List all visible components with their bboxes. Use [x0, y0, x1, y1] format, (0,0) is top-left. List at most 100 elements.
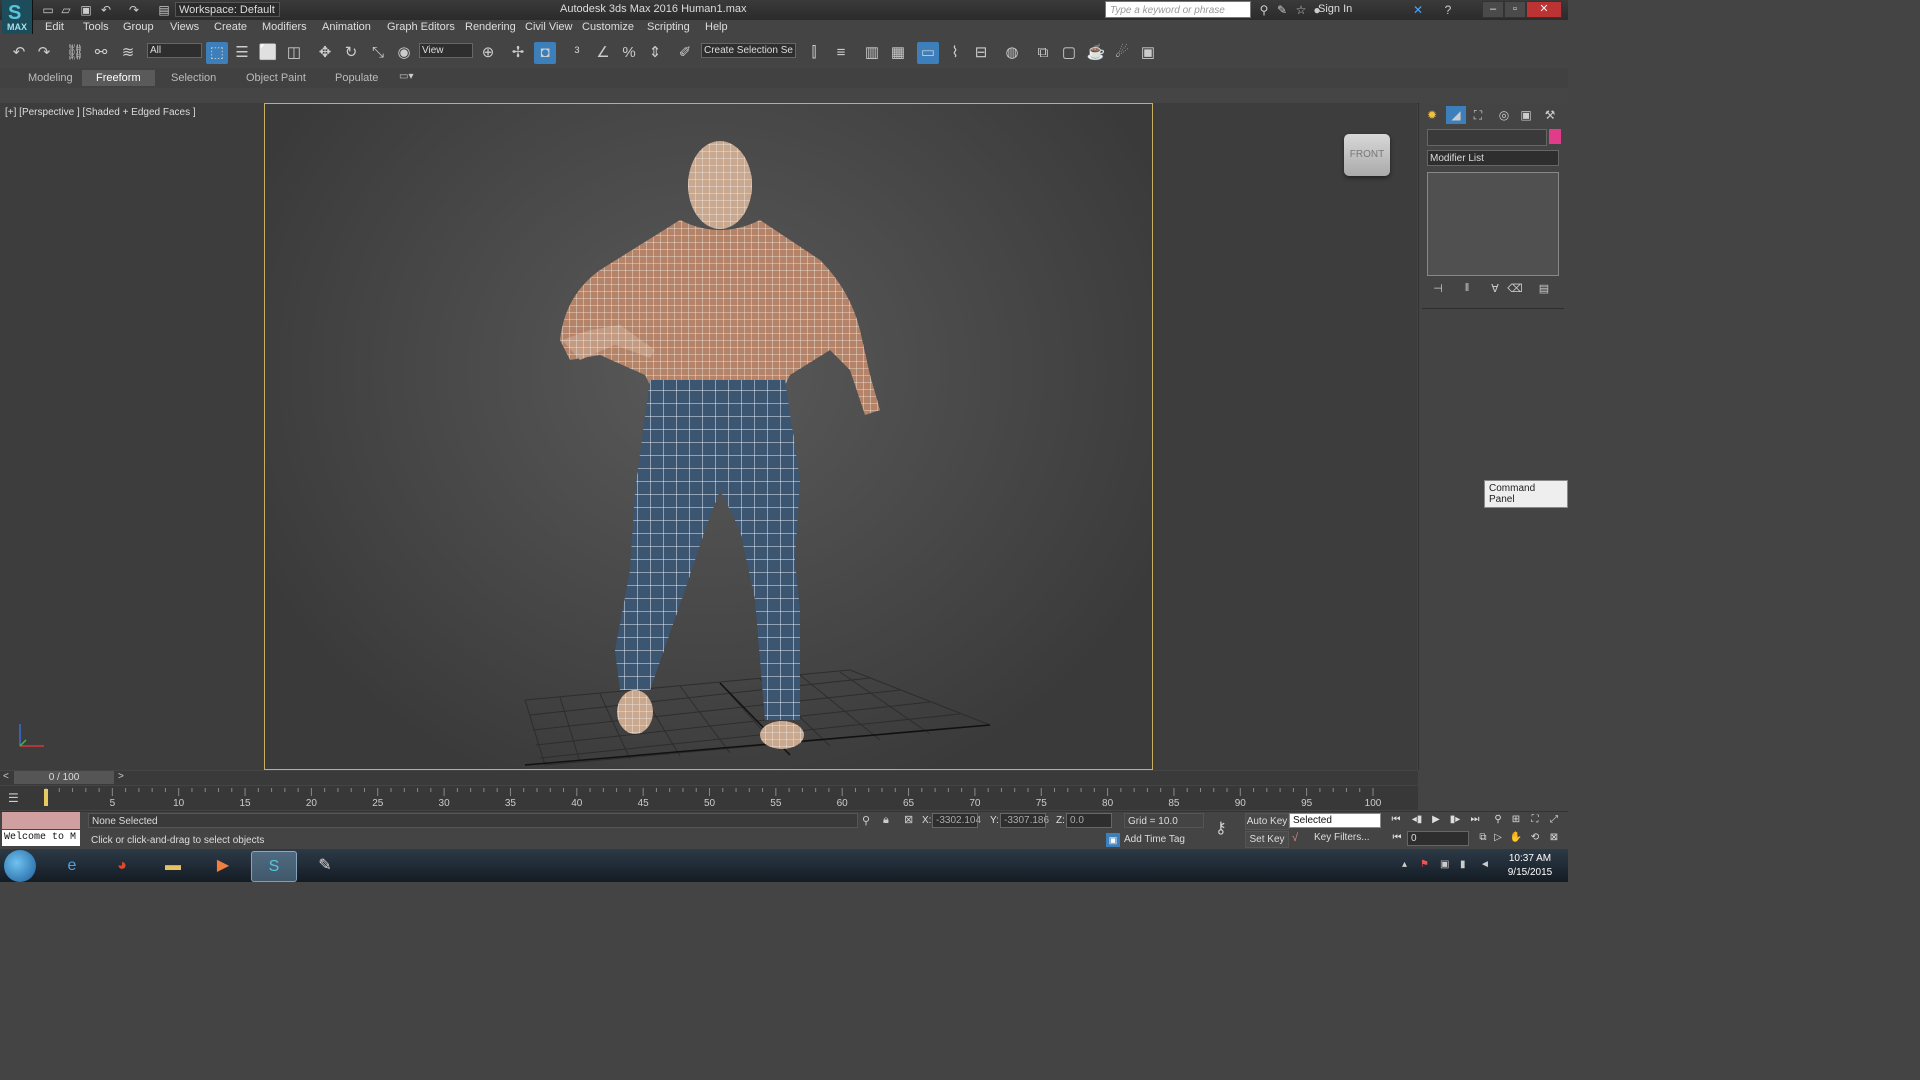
isolate-selection-icon[interactable]: ⚲ [862, 814, 870, 827]
menu-group[interactable]: Group [123, 21, 154, 33]
named-selection-sets-dropdown[interactable]: Create Selection Se [701, 43, 796, 58]
binoculars-icon[interactable]: ⚲ [1256, 2, 1272, 18]
viewcube[interactable]: FRONT [1344, 134, 1390, 176]
bind-spacewarp-icon[interactable]: ≋ [117, 42, 139, 64]
menu-modifiers[interactable]: Modifiers [262, 21, 307, 33]
zoom-icon[interactable]: ⚲ [1490, 813, 1506, 827]
utilities-tab-icon[interactable]: ⚒ [1540, 106, 1560, 124]
set-keys-key-icon[interactable]: ⚷ [1215, 818, 1227, 838]
maximize-button[interactable]: ▫ [1504, 1, 1526, 18]
mini-curve-editor-icon[interactable]: ☰ [8, 791, 19, 805]
modify-tab-icon[interactable]: ◢ [1446, 106, 1466, 124]
search-input[interactable]: Type a keyword or phrase [1105, 1, 1251, 18]
menu-create[interactable]: Create [214, 21, 247, 33]
field-of-view-icon[interactable]: ▷ [1490, 831, 1506, 845]
set-key-button[interactable]: Set Key [1245, 831, 1289, 848]
pivot-center-icon[interactable]: ⊕ [477, 42, 499, 64]
volume-icon[interactable]: ◄ [1480, 859, 1492, 871]
tab-freeform[interactable]: Freeform [82, 70, 155, 86]
unlink-icon[interactable]: ⚯ [90, 42, 112, 64]
x-coordinate-field[interactable]: -3302.104 [932, 813, 981, 828]
render-production-icon[interactable]: ☕ [1085, 42, 1107, 64]
remove-modifier-icon[interactable]: ⌫ [1507, 282, 1523, 296]
angle-snap-icon[interactable]: ∠ [592, 42, 614, 64]
hierarchy-tab-icon[interactable]: ⛶ [1468, 106, 1488, 124]
menu-civil-view[interactable]: Civil View [525, 21, 572, 33]
time-cursor[interactable] [44, 789, 48, 806]
render-in-cloud-icon[interactable]: ▣ [1137, 42, 1159, 64]
align-icon[interactable]: ≡ [830, 42, 852, 64]
mirror-icon[interactable]: ⫿ [803, 42, 825, 64]
paint-icon[interactable]: ✎ [303, 851, 347, 880]
manipulate-icon[interactable]: ✢ [507, 42, 529, 64]
media-player-icon[interactable]: ▶ [201, 851, 245, 880]
zoom-all-icon[interactable]: ⊞ [1508, 813, 1524, 827]
exchange-icon[interactable]: ✕ [1410, 2, 1426, 18]
3ds-max-taskbar-icon[interactable]: S [251, 851, 297, 882]
menu-rendering[interactable]: Rendering [465, 21, 516, 33]
tab-object-paint[interactable]: Object Paint [238, 70, 314, 86]
z-coordinate-field[interactable]: 0.0 [1066, 813, 1112, 828]
make-unique-icon[interactable]: ∀ [1487, 282, 1503, 296]
select-by-name-icon[interactable]: ☰ [231, 42, 253, 64]
maxscript-mini-listener[interactable]: Welcome to M [2, 830, 80, 846]
pin-stack-icon[interactable]: ⊣ [1430, 282, 1446, 296]
help-icon[interactable]: ? [1440, 2, 1456, 18]
file-explorer-icon[interactable]: ▬ [151, 851, 195, 880]
menu-customize[interactable]: Customize [582, 21, 634, 33]
favorites-star-icon[interactable]: ☆ [1293, 2, 1309, 18]
workspace-dropdown[interactable]: Workspace: Default [175, 2, 280, 17]
menu-graph-editors[interactable]: Graph Editors [387, 21, 455, 33]
keyboard-shortcut-override-icon[interactable]: ◘ [534, 42, 556, 64]
key-selection-dropdown[interactable]: Selected [1289, 813, 1381, 828]
move-icon[interactable]: ✥ [314, 42, 336, 64]
spinner-snap-icon[interactable]: ⇕ [644, 42, 666, 64]
time-slider-thumb[interactable]: 0 / 100 [14, 771, 114, 784]
percent-snap-icon[interactable]: % [618, 42, 640, 64]
viewport-right-area[interactable] [1153, 103, 1417, 770]
selection-filter-dropdown[interactable]: All [147, 43, 202, 58]
modifier-stack[interactable] [1427, 172, 1559, 276]
subscription-icon[interactable]: ✎ [1274, 2, 1290, 18]
menu-animation[interactable]: Animation [322, 21, 371, 33]
close-button[interactable]: ✕ [1526, 1, 1562, 18]
schematic-view-icon[interactable]: ⊟ [970, 42, 992, 64]
new-file-icon[interactable]: ▭ [40, 2, 56, 18]
ribbon-options-icon[interactable]: ▭▾ [399, 71, 413, 82]
go-to-start-icon[interactable]: ⏮ [1388, 813, 1404, 827]
save-file-icon[interactable]: ▣ [78, 2, 94, 18]
modifier-list-dropdown[interactable]: Modifier List [1427, 150, 1559, 166]
scale-icon[interactable]: ⤡ [367, 42, 389, 64]
tab-populate[interactable]: Populate [327, 70, 386, 86]
open-file-icon[interactable]: ▱ [58, 2, 74, 18]
next-frame-arrow-icon[interactable]: > [118, 771, 124, 782]
chrome-icon[interactable]: ◕ [100, 851, 144, 880]
display-tab-icon[interactable]: ▣ [1516, 106, 1536, 124]
minimize-button[interactable]: – [1482, 1, 1504, 18]
menu-edit[interactable]: Edit [45, 21, 64, 33]
clock-date[interactable]: 9/15/2015 [1500, 867, 1560, 878]
default-tangents-icon[interactable]: √ [1292, 832, 1298, 844]
tab-modeling[interactable]: Modeling [20, 70, 81, 86]
create-tab-icon[interactable]: ✹ [1422, 106, 1442, 124]
select-object-icon[interactable]: ⬚ [206, 42, 228, 64]
project-folder-icon[interactable]: ▤ [156, 2, 172, 18]
material-editor-icon[interactable]: ◍ [1001, 42, 1023, 64]
configure-modifier-sets-icon[interactable]: ▤ [1536, 282, 1552, 296]
link-icon[interactable]: ⛓ [64, 42, 86, 64]
next-frame-icon[interactable]: ▮▸ [1447, 813, 1463, 827]
zoom-extents-icon[interactable]: ⛶ [1527, 813, 1543, 827]
menu-tools[interactable]: Tools [83, 21, 109, 33]
place-icon[interactable]: ◉ [393, 42, 415, 64]
y-coordinate-field[interactable]: -3307.186 [1000, 813, 1049, 828]
toggle-ribbon-icon[interactable]: ▭ [917, 42, 939, 64]
motion-tab-icon[interactable]: ◎ [1494, 106, 1514, 124]
menu-views[interactable]: Views [170, 21, 199, 33]
absolute-mode-icon[interactable]: ⊠ [904, 813, 913, 826]
redo-quick-icon[interactable]: ↷ [126, 2, 142, 18]
time-configuration-icon[interactable]: ⧉ [1475, 831, 1491, 845]
previous-frame-icon[interactable]: ◂▮ [1409, 813, 1425, 827]
edit-named-selections-icon[interactable]: ✐ [674, 42, 696, 64]
selection-lock-icon[interactable]: 🔒︎ [883, 814, 889, 827]
human-character-model[interactable] [520, 130, 900, 750]
